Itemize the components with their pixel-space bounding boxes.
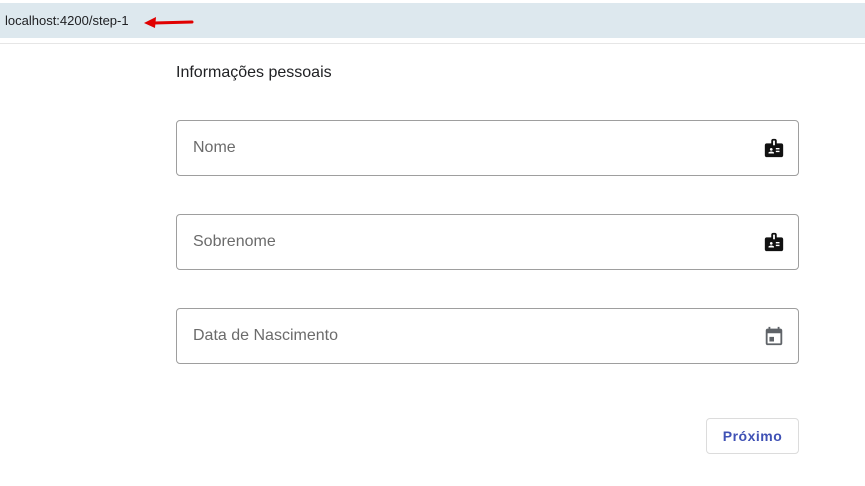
data-nascimento-field[interactable] — [176, 308, 799, 364]
annotation-arrow-icon — [144, 17, 194, 28]
section-title: Informações pessoais — [176, 64, 332, 81]
browser-address-bar[interactable]: localhost:4200/step-1 — [0, 3, 865, 38]
badge-icon — [762, 136, 786, 160]
nome-input[interactable] — [193, 136, 762, 160]
sobrenome-input[interactable] — [193, 230, 762, 254]
sobrenome-field[interactable] — [176, 214, 799, 270]
browser-url-text: localhost:4200/step-1 — [5, 13, 129, 28]
badge-icon — [762, 230, 786, 254]
data-nascimento-input[interactable] — [193, 324, 762, 348]
nome-field[interactable] — [176, 120, 799, 176]
next-button[interactable]: Próximo — [706, 418, 799, 454]
header-divider — [0, 43, 865, 44]
calendar-icon[interactable] — [762, 324, 786, 348]
